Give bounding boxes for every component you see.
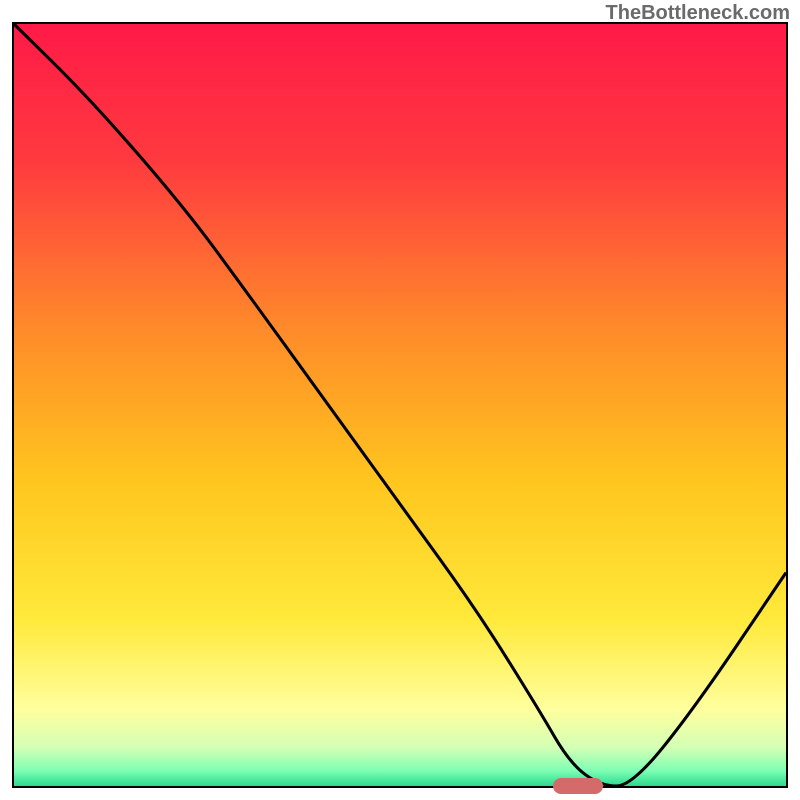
- bottleneck-curve: [14, 24, 786, 786]
- optimal-marker: [553, 778, 603, 794]
- chart-frame: [12, 22, 788, 788]
